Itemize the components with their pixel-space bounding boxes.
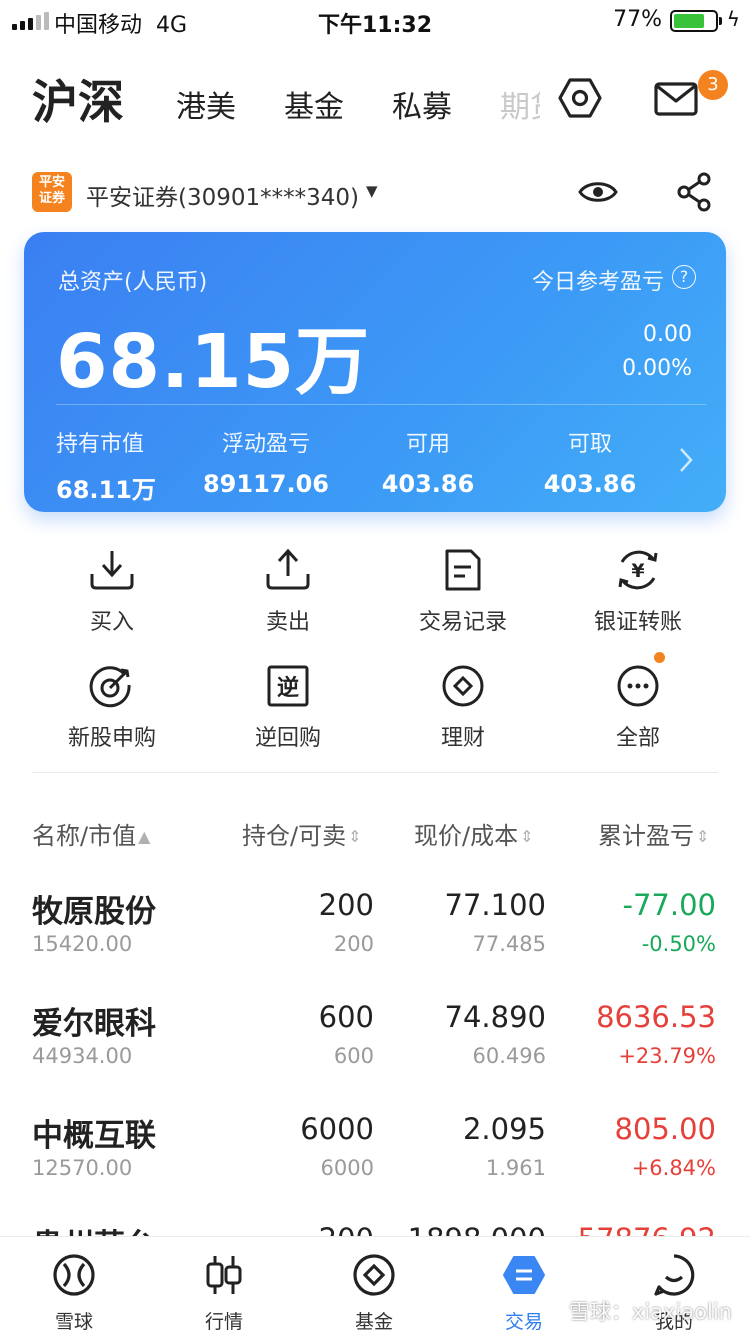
sellable: 600 (333, 1044, 374, 1068)
chevron-right-icon[interactable] (678, 446, 694, 478)
table-row[interactable]: 牧原股份 15420.00 200 200 77.100 77.485 -77.… (0, 886, 750, 998)
header-price-cost[interactable]: 现价/成本 ⇕ (414, 816, 534, 851)
all-functions-button[interactable]: 全部 (563, 652, 713, 752)
stat-available: 可用 403.86 (381, 432, 475, 498)
section-divider (32, 772, 718, 773)
tab-futures[interactable]: 期货 (500, 82, 540, 126)
stock-name: 牧原股份 (32, 894, 156, 930)
reverse-repo-button[interactable]: 逆 逆回购 (213, 662, 363, 752)
today-pnl-value: 0.00 (643, 322, 692, 347)
sell-button[interactable]: 卖出 (213, 546, 363, 636)
trade-records-button[interactable]: 交易记录 (388, 546, 538, 636)
market-value: 15420.00 (32, 932, 133, 956)
cumulative-pnl-percent: -0.50% (641, 932, 716, 956)
table-row[interactable]: 中概互联 12570.00 6000 6000 2.095 1.961 805.… (0, 1110, 750, 1222)
ipo-subscribe-button[interactable]: 新股申购 (37, 662, 187, 752)
target-icon (37, 662, 187, 710)
header-name-market-value[interactable]: 名称/市值 ▲ (32, 816, 150, 851)
candlestick-icon (164, 1251, 284, 1299)
more-dots-icon (563, 652, 713, 710)
tab-xueqiu[interactable]: 雪球 (14, 1251, 134, 1334)
status-bar: 中国移动 4G 下午11:32 77% ϟ (0, 0, 750, 40)
sort-icon: ⇕ (696, 827, 710, 846)
current-price: 2.095 (462, 1112, 546, 1146)
sellable: 6000 (320, 1156, 374, 1180)
total-asset-value: 68.15万 (56, 319, 371, 405)
wealth-management-button[interactable]: 理财 (388, 662, 538, 752)
tab-private-fund[interactable]: 私募 (392, 82, 452, 126)
wealth-icon (388, 662, 538, 710)
stat-floating-pnl: 浮动盈亏 89117.06 (202, 432, 329, 498)
transfer-yuan-icon: ¥ (563, 546, 713, 594)
tab-fund[interactable]: 基金 (314, 1251, 434, 1334)
charging-icon: ϟ (726, 7, 740, 31)
account-selector-row: 平安 证券 平安证券(30901****340) ▼ (0, 170, 750, 216)
today-pnl-label: 今日参考盈亏 (531, 270, 664, 295)
share-icon[interactable] (676, 172, 712, 216)
caret-down-icon[interactable]: ▼ (366, 182, 378, 200)
stat-withdrawable: 可取 403.86 (543, 432, 637, 498)
market-value: 44934.00 (32, 1044, 133, 1068)
header-cumulative-pnl[interactable]: 累计盈亏 ⇕ (598, 816, 709, 851)
current-price: 74.890 (444, 1000, 546, 1034)
profile-chat-icon (614, 1251, 734, 1299)
buy-download-icon (37, 546, 187, 594)
table-row[interactable]: 爱尔眼科 44934.00 600 600 74.890 60.496 8636… (0, 998, 750, 1110)
stock-name: 中概互联 (32, 1118, 156, 1154)
sellable: 200 (333, 932, 374, 956)
eye-icon[interactable] (578, 178, 618, 210)
reverse-repo-icon: 逆 (213, 662, 363, 710)
battery-icon (670, 10, 722, 32)
sort-icon: ⇕ (348, 827, 362, 846)
total-asset-label: 总资产(人民币) (58, 270, 208, 295)
battery-percent: 77% (613, 7, 662, 32)
bank-transfer-button[interactable]: ¥ 银证转账 (563, 546, 713, 636)
notification-dot (654, 652, 665, 663)
market-nav: 沪深 港美 基金 私募 期货 3 (0, 56, 750, 146)
header-holding-sellable[interactable]: 持仓/可卖 ⇕ (242, 816, 362, 851)
cumulative-pnl: 805.00 (614, 1112, 716, 1146)
message-badge: 3 (698, 70, 728, 100)
cumulative-pnl-percent: +23.79% (618, 1044, 716, 1068)
buy-button[interactable]: 买入 (37, 546, 187, 636)
current-price: 77.100 (444, 888, 546, 922)
record-document-icon (388, 546, 538, 594)
tab-hk-us[interactable]: 港美 (176, 82, 236, 126)
cost-price: 77.485 (472, 932, 546, 956)
svg-text:逆: 逆 (277, 675, 299, 701)
sell-upload-icon (213, 546, 363, 594)
cost-price: 60.496 (472, 1044, 546, 1068)
xueqiu-logo-icon (14, 1251, 134, 1299)
holding: 600 (318, 1000, 374, 1034)
svg-text:¥: ¥ (631, 560, 644, 582)
cumulative-pnl: -77.00 (622, 888, 717, 922)
help-icon[interactable]: ? (672, 265, 696, 289)
holding: 200 (318, 888, 374, 922)
cost-price: 1.961 (485, 1156, 546, 1180)
account-name[interactable]: 平安证券(30901****340) (86, 178, 359, 212)
sort-icon: ⇕ (520, 827, 534, 846)
stock-name: 爱尔眼科 (32, 1006, 156, 1042)
tab-fund[interactable]: 基金 (284, 82, 344, 126)
mail-icon[interactable] (654, 82, 698, 120)
trade-icon (464, 1251, 584, 1299)
settings-hexagon-icon[interactable] (558, 76, 602, 124)
market-value: 12570.00 (32, 1156, 133, 1180)
today-pnl-percent: 0.00% (622, 356, 692, 381)
tab-hushen[interactable]: 沪深 (32, 66, 124, 132)
tab-trade[interactable]: 交易 (464, 1251, 584, 1334)
watermark: 雪球：xiaxiaolin (568, 1300, 732, 1324)
broker-logo: 平安 证券 (32, 172, 72, 212)
cumulative-pnl-percent: +6.84% (631, 1156, 716, 1180)
tab-market[interactable]: 行情 (164, 1251, 284, 1334)
card-divider (56, 404, 706, 405)
cumulative-pnl: 8636.53 (596, 1000, 716, 1034)
asset-summary-card[interactable]: 总资产(人民币) 68.15万 今日参考盈亏 ? 0.00 0.00% 持有市值… (24, 232, 726, 512)
holding: 6000 (300, 1112, 374, 1146)
sort-icon: ▲ (138, 827, 151, 846)
fund-icon (314, 1251, 434, 1299)
